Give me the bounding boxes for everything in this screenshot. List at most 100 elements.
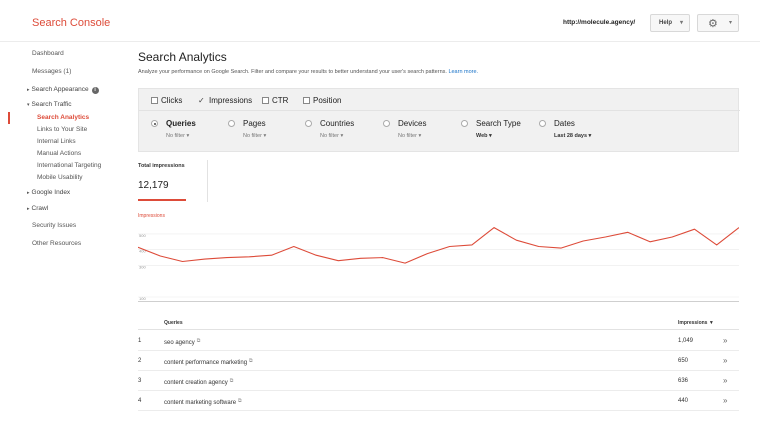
group-label: Devices: [398, 119, 427, 128]
subtitle-text: Analyze your performance on Google Searc…: [138, 69, 447, 75]
double-chevron-right-icon[interactable]: »: [723, 376, 727, 385]
row-impressions: 636: [678, 378, 689, 384]
active-indicator: [8, 112, 10, 124]
sidebar-item-internal-links[interactable]: Internal Links: [37, 138, 76, 145]
double-chevron-right-icon[interactable]: »: [723, 336, 727, 345]
radio-countries[interactable]: [305, 120, 312, 127]
total-impressions-indicator: [138, 199, 186, 201]
filter-dropdown-countries[interactable]: No filter ▾: [320, 133, 343, 139]
row-impressions: 440: [678, 398, 689, 404]
info-icon[interactable]: i: [91, 87, 99, 94]
metric-ctr[interactable]: CTR: [262, 96, 288, 105]
external-link-icon[interactable]: ⧉: [230, 378, 234, 384]
total-impressions-value: 12,179: [138, 180, 169, 191]
row-query[interactable]: content creation agency ⧉: [164, 378, 233, 386]
filter-dropdown-dates[interactable]: Last 28 days ▾: [554, 133, 591, 139]
filter-dropdown-queries[interactable]: No filter ▾: [166, 133, 189, 139]
table-row[interactable]: 2 content performance marketing ⧉ 650 »: [138, 351, 739, 371]
sidebar-item-label: Google Index: [31, 189, 71, 196]
row-number: 1: [138, 338, 142, 344]
chevron-right-icon: ▸: [27, 206, 30, 212]
row-impressions: 1,049: [678, 338, 694, 344]
total-impressions-label: Total impressions: [138, 163, 185, 169]
external-link-icon[interactable]: ⧉: [197, 338, 201, 344]
impressions-chart[interactable]: 100300400500: [138, 220, 739, 302]
chevron-down-icon: ▾: [679, 20, 683, 26]
sidebar-item-security-issues[interactable]: Security Issues: [32, 222, 76, 229]
sidebar-item-dashboard[interactable]: Dashboard: [32, 50, 64, 57]
sidebar-item-google-index[interactable]: ▸ Google Index: [27, 189, 70, 196]
checkbox-ctr[interactable]: [262, 97, 269, 104]
sidebar-item-links-to-site[interactable]: Links to Your Site: [37, 126, 87, 133]
checkbox-position[interactable]: [303, 97, 310, 104]
chevron-right-icon: ▸: [27, 87, 30, 93]
table-row[interactable]: 1 seo agency ⧉ 1,049 »: [138, 331, 739, 351]
sidebar-item-international-targeting[interactable]: International Targeting: [37, 162, 101, 169]
y-tick-label: 300: [139, 264, 146, 269]
query-text: content marketing software: [164, 400, 237, 406]
page-title: Search Analytics: [138, 50, 227, 64]
metric-label: Clicks: [161, 96, 183, 105]
table-header: Queries Impressions ▼: [138, 316, 739, 330]
metric-position[interactable]: Position: [303, 96, 341, 105]
radio-search-type[interactable]: [461, 120, 468, 127]
filter-dropdown-search-type[interactable]: Web ▾: [476, 133, 492, 139]
radio-dates[interactable]: [539, 120, 546, 127]
chevron-down-icon: ▾: [27, 102, 30, 108]
sidebar-item-other-resources[interactable]: Other Resources: [32, 240, 81, 247]
checkbox-clicks[interactable]: [151, 97, 158, 104]
group-label: Queries: [166, 119, 196, 128]
column-header-impressions[interactable]: Impressions ▼: [678, 320, 714, 326]
metric-selector: Clicks ✓ Impressions CTR Position: [139, 89, 740, 111]
radio-devices[interactable]: [383, 120, 390, 127]
brand-logo[interactable]: Search Console: [32, 17, 110, 29]
table-row[interactable]: 4 content marketing software ⧉ 440 »: [138, 391, 739, 411]
radio-queries[interactable]: [151, 120, 158, 127]
help-button-label: Help: [659, 20, 673, 26]
sidebar-item-mobile-usability[interactable]: Mobile Usability: [37, 174, 83, 181]
query-text: seo agency: [164, 340, 195, 346]
metric-label: CTR: [272, 96, 289, 105]
column-header-queries[interactable]: Queries: [164, 320, 183, 326]
sidebar-item-search-traffic[interactable]: ▾ Search Traffic: [27, 101, 72, 108]
query-text: content creation agency: [164, 380, 228, 386]
sidebar-item-label: Search Appearance: [31, 86, 89, 93]
filter-dropdown-pages[interactable]: No filter ▾: [243, 133, 266, 139]
double-chevron-right-icon[interactable]: »: [723, 356, 727, 365]
chevron-right-icon: ▸: [27, 190, 30, 196]
external-link-icon[interactable]: ⧉: [238, 398, 242, 404]
site-url-selector[interactable]: http://molecule.agency/: [563, 19, 635, 26]
chevron-down-icon: ▾: [728, 20, 732, 26]
filter-dropdown-devices[interactable]: No filter ▾: [398, 133, 421, 139]
row-query[interactable]: content marketing software ⧉: [164, 398, 242, 406]
metric-impressions[interactable]: ✓ Impressions: [198, 96, 252, 105]
learn-more-link[interactable]: Learn more.: [448, 69, 478, 75]
row-number: 3: [138, 378, 142, 384]
double-chevron-right-icon[interactable]: »: [723, 396, 727, 405]
group-label: Countries: [320, 119, 355, 128]
external-link-icon[interactable]: ⧉: [249, 358, 253, 364]
sidebar-item-label: Crawl: [31, 205, 49, 212]
page-subtitle: Analyze your performance on Google Searc…: [138, 69, 478, 75]
row-query[interactable]: content performance marketing ⧉: [164, 358, 253, 366]
sidebar-item-manual-actions[interactable]: Manual Actions: [37, 150, 81, 157]
y-tick-label: 500: [139, 233, 146, 238]
row-number: 4: [138, 398, 142, 404]
total-impressions-card[interactable]: Total impressions 12,179: [138, 160, 208, 202]
row-impressions: 650: [678, 358, 689, 364]
settings-button[interactable]: ⚙ ▾: [697, 14, 739, 32]
row-query[interactable]: seo agency ⧉: [164, 338, 200, 346]
check-icon[interactable]: ✓: [198, 96, 206, 105]
sidebar-item-search-analytics[interactable]: Search Analytics: [37, 114, 89, 121]
radio-pages[interactable]: [228, 120, 235, 127]
series-line-impressions[interactable]: [138, 227, 739, 264]
table-row[interactable]: 3 content creation agency ⧉ 636 »: [138, 371, 739, 391]
metric-clicks[interactable]: Clicks: [151, 96, 182, 105]
sidebar-item-search-appearance[interactable]: ▸ Search Appearance i: [27, 86, 99, 94]
help-button[interactable]: Help ▾: [650, 14, 690, 32]
metric-label: Impressions: [209, 96, 253, 105]
sidebar-item-messages[interactable]: Messages (1): [32, 68, 71, 75]
query-text: content performance marketing: [164, 360, 248, 366]
sidebar-item-crawl[interactable]: ▸ Crawl: [27, 205, 48, 212]
sidebar: Dashboard Messages (1) ▸ Search Appearanc…: [0, 42, 130, 424]
